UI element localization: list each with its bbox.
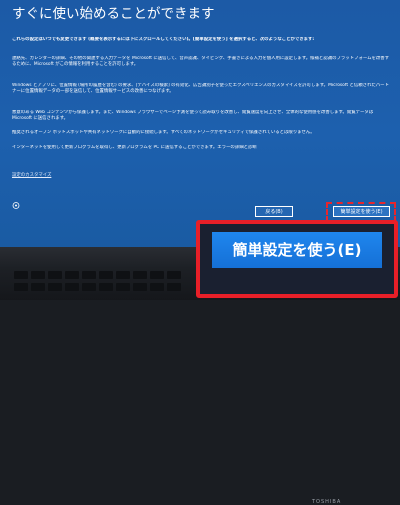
key bbox=[133, 271, 147, 279]
key bbox=[167, 283, 181, 291]
zoomed-express-settings-button[interactable]: 簡単設定を使う(E) bbox=[212, 232, 382, 268]
back-button[interactable]: 戻る(B) bbox=[255, 206, 293, 217]
key bbox=[99, 271, 113, 279]
key bbox=[150, 271, 164, 279]
key bbox=[150, 283, 164, 291]
key bbox=[14, 283, 28, 291]
paragraph-hotspots: 推奨されるオープン ホットスポットや共有ネットワークに自動的に接続します。すべて… bbox=[12, 130, 315, 135]
key bbox=[116, 271, 130, 279]
paragraph-location: Windows とアプリに、位置情報 (場所の履歴を含む) の要求、[デバイスの… bbox=[12, 83, 389, 95]
key bbox=[14, 271, 28, 279]
key bbox=[48, 271, 62, 279]
key bbox=[133, 283, 147, 291]
key bbox=[31, 283, 45, 291]
keyboard-row bbox=[14, 271, 181, 279]
customize-settings-link[interactable]: 設定のカスタマイズ bbox=[12, 173, 51, 179]
key bbox=[65, 271, 79, 279]
key bbox=[167, 271, 181, 279]
page-title: すぐに使い始めることができます bbox=[12, 6, 215, 22]
paragraph-input-data: 連絡先、カレンダーの詳細、その他の関連する入力データを Microsoft に送… bbox=[12, 56, 390, 68]
highlight-box bbox=[326, 202, 396, 222]
key bbox=[48, 283, 62, 291]
paragraph-browser: 悪意のある Web コンテンツから保護します。また、Windows ブラウザーで… bbox=[12, 110, 374, 122]
zoomed-callout: 簡単設定を使う(E) bbox=[196, 220, 398, 298]
key bbox=[82, 283, 96, 291]
key bbox=[116, 283, 130, 291]
key bbox=[82, 271, 96, 279]
key bbox=[65, 283, 79, 291]
key bbox=[99, 283, 113, 291]
paragraph-updates: インターネットを使用して更新プログラムを取得し、更新プログラムを PC に送信す… bbox=[12, 145, 257, 150]
setup-screen: すぐに使い始めることができます これらの設定はいつでも変更できます (概要を表示… bbox=[0, 0, 400, 247]
intro-text: これらの設定はいつでも変更できます (概要を表示するには下にスクロールしてくださ… bbox=[12, 37, 315, 42]
accessibility-icon[interactable] bbox=[12, 194, 20, 209]
keyboard-row bbox=[14, 283, 181, 291]
key bbox=[31, 271, 45, 279]
brand-label: TOSHIBA bbox=[312, 499, 342, 505]
